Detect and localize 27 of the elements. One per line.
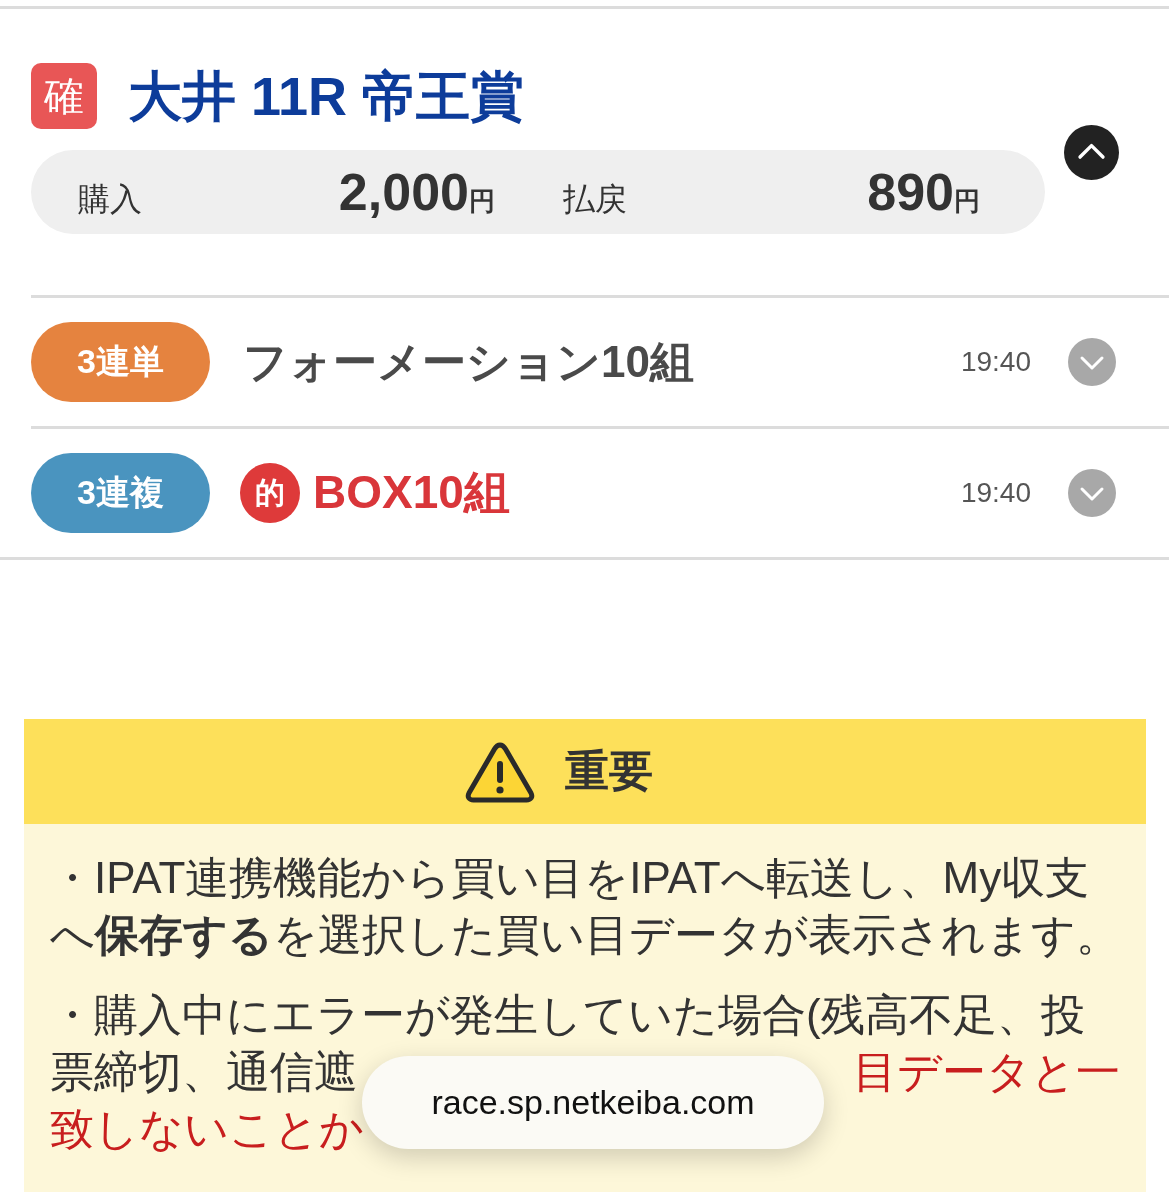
payout-label: 払戻	[563, 180, 627, 219]
notice-paragraph: ・IPAT連携機能から買い目をIPATへ転送し、My収支へ保存するを選択した買い目データが表示されます。	[50, 852, 1121, 961]
bet-description: フォーメーション10組	[243, 335, 694, 388]
hit-mark: 的	[240, 463, 300, 523]
bet-description: BOX10組	[313, 465, 510, 520]
chevron-up-icon	[1064, 125, 1119, 180]
chevron-down-icon	[1068, 469, 1116, 517]
bet-time: 19:40	[960, 346, 1031, 378]
warning-icon	[465, 740, 535, 803]
url-toast: race.sp.netkeiba.com	[362, 1056, 824, 1149]
purchase-amount: 2,000円	[338, 162, 495, 222]
expand-button[interactable]	[1068, 338, 1116, 386]
bet-type-tag: 3連単	[31, 322, 210, 402]
bet-type-tag: 3連複	[31, 453, 210, 533]
status-badge: 確	[31, 63, 97, 129]
race-title: 大井 11R 帝王賞	[128, 65, 525, 128]
collapse-button[interactable]	[1064, 125, 1119, 180]
notice-text: ・購入中にエラーが発生していた場合(残高不足、投	[50, 989, 1085, 1041]
chevron-down-icon	[1068, 338, 1116, 386]
warning-text: 致しないことか	[50, 1103, 364, 1155]
notice-title: 重要	[565, 745, 653, 797]
expand-button[interactable]	[1068, 469, 1116, 517]
purchase-label: 購入	[78, 180, 142, 219]
warning-text: 目データと一	[853, 1046, 1120, 1098]
payout-amount: 890円	[867, 162, 980, 222]
bet-time: 19:40	[960, 477, 1031, 509]
notice-text: 票締切、通信遮	[50, 1046, 358, 1098]
